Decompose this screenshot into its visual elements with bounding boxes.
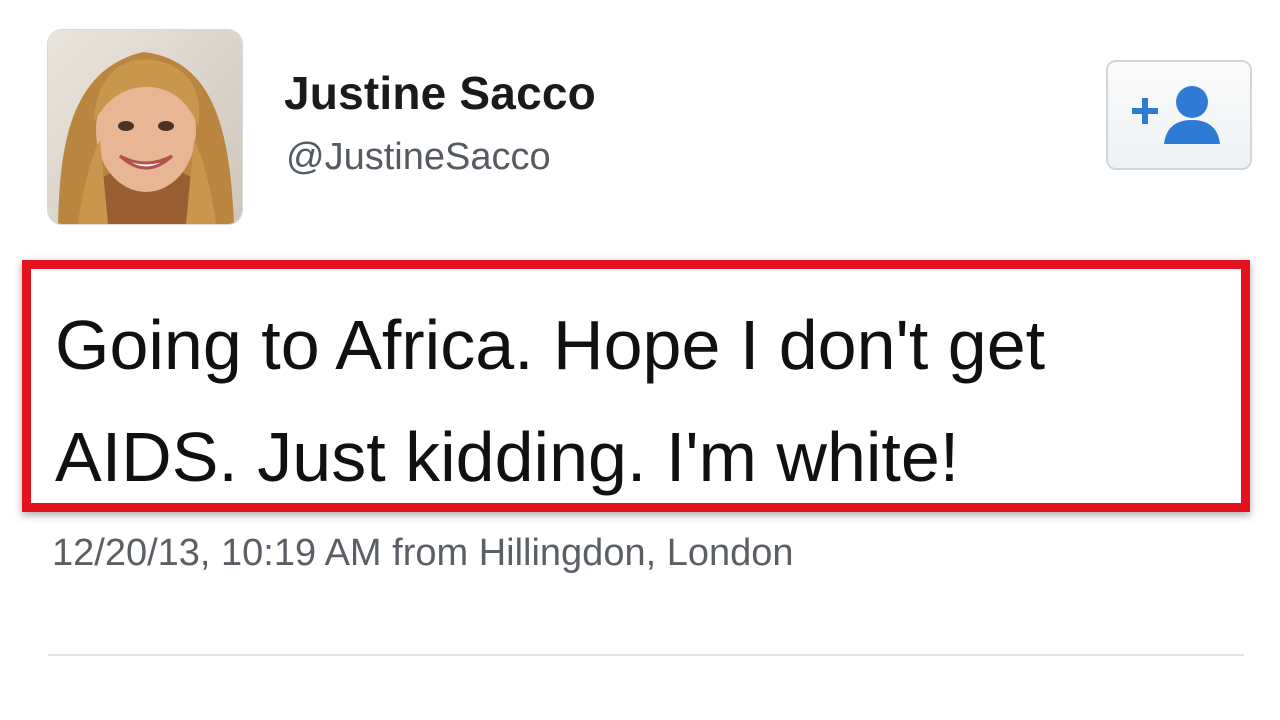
display-name[interactable]: Justine Sacco — [284, 66, 596, 120]
tweet-timestamp[interactable]: 12/20/13, 10:19 AM from Hillingdon, Lond… — [52, 532, 794, 575]
user-handle[interactable]: @JustineSacco — [286, 136, 551, 179]
divider — [48, 654, 1244, 656]
avatar[interactable] — [48, 30, 242, 224]
avatar-image — [48, 30, 242, 224]
tweet-highlight-box: Going to Africa. Hope I don't get AIDS. … — [22, 260, 1250, 512]
tweet-card: Justine Sacco @JustineSacco Going to Afr… — [0, 0, 1280, 720]
tweet-text: Going to Africa. Hope I don't get AIDS. … — [55, 306, 1046, 496]
follow-button[interactable] — [1106, 60, 1252, 170]
add-user-icon — [1132, 86, 1220, 144]
